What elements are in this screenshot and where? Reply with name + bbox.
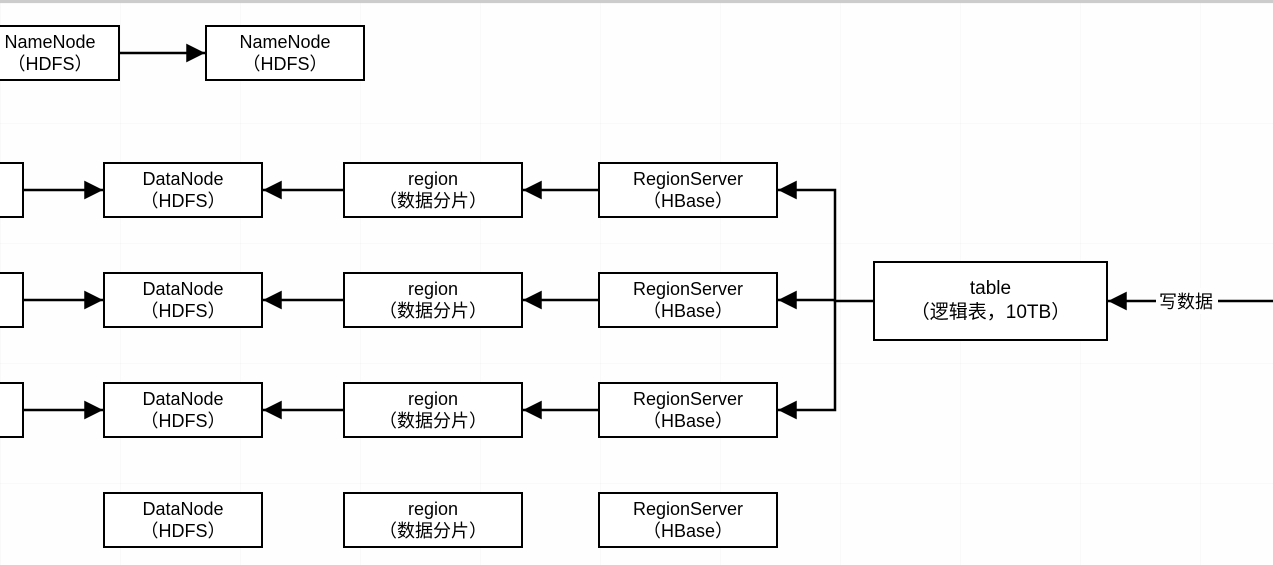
box-region-4: region （数据分片） <box>343 492 523 548</box>
box-regionserver-3-line2: （HBase） <box>643 410 733 433</box>
box-regionserver-2-line2: （HBase） <box>643 300 733 323</box>
box-stub-2 <box>0 272 24 328</box>
box-datanode-1-line1: DataNode <box>142 168 223 191</box>
box-region-1-line2: （数据分片） <box>379 190 487 213</box>
box-namenode-left: NameNode （HDFS） <box>0 25 120 81</box>
box-datanode-4-line2: （HDFS） <box>141 520 226 543</box>
box-regionserver-4: RegionServer （HBase） <box>598 492 778 548</box>
box-region-2-line1: region <box>408 278 458 301</box>
box-table: table （逻辑表，10TB） <box>873 261 1108 341</box>
box-region-3-line1: region <box>408 388 458 411</box>
box-namenode-right-line2: （HDFS） <box>243 53 328 76</box>
box-region-2: region （数据分片） <box>343 272 523 328</box>
edge-label-write: 写数据 <box>1157 288 1215 314</box>
box-regionserver-3-line1: RegionServer <box>633 388 743 411</box>
box-datanode-2-line2: （HDFS） <box>141 300 226 323</box>
box-namenode-right-line1: NameNode <box>239 31 330 54</box>
box-datanode-2-line1: DataNode <box>142 278 223 301</box>
box-table-line1: table <box>970 277 1011 301</box>
box-regionserver-1: RegionServer （HBase） <box>598 162 778 218</box>
box-regionserver-2-line1: RegionServer <box>633 278 743 301</box>
box-datanode-4: DataNode （HDFS） <box>103 492 263 548</box>
box-namenode-left-line1: NameNode <box>4 31 95 54</box>
box-region-3: region （数据分片） <box>343 382 523 438</box>
box-regionserver-4-line1: RegionServer <box>633 498 743 521</box>
box-regionserver-1-line2: （HBase） <box>643 190 733 213</box>
box-regionserver-4-line2: （HBase） <box>643 520 733 543</box>
box-datanode-2: DataNode （HDFS） <box>103 272 263 328</box>
box-namenode-left-line2: （HDFS） <box>8 53 93 76</box>
box-region-3-line2: （数据分片） <box>379 410 487 433</box>
box-regionserver-3: RegionServer （HBase） <box>598 382 778 438</box>
box-region-1-line1: region <box>408 168 458 191</box>
box-namenode-right: NameNode （HDFS） <box>205 25 365 81</box>
arrow-table-to-rs1 <box>778 190 873 301</box>
box-regionserver-1-line1: RegionServer <box>633 168 743 191</box>
box-stub-1 <box>0 162 24 218</box>
box-stub-3 <box>0 382 24 438</box>
box-table-line2: （逻辑表，10TB） <box>911 301 1070 325</box>
box-region-1: region （数据分片） <box>343 162 523 218</box>
box-datanode-3-line2: （HDFS） <box>141 410 226 433</box>
box-regionserver-2: RegionServer （HBase） <box>598 272 778 328</box>
box-region-4-line1: region <box>408 498 458 521</box>
box-region-4-line2: （数据分片） <box>379 520 487 543</box>
box-datanode-4-line1: DataNode <box>142 498 223 521</box>
box-datanode-3-line1: DataNode <box>142 388 223 411</box>
box-datanode-3: DataNode （HDFS） <box>103 382 263 438</box>
box-region-2-line2: （数据分片） <box>379 300 487 323</box>
arrow-table-to-rs3 <box>778 301 835 410</box>
box-datanode-1-line2: （HDFS） <box>141 190 226 213</box>
diagram-canvas: NameNode （HDFS） NameNode （HDFS） DataNode… <box>0 0 1273 565</box>
box-datanode-1: DataNode （HDFS） <box>103 162 263 218</box>
